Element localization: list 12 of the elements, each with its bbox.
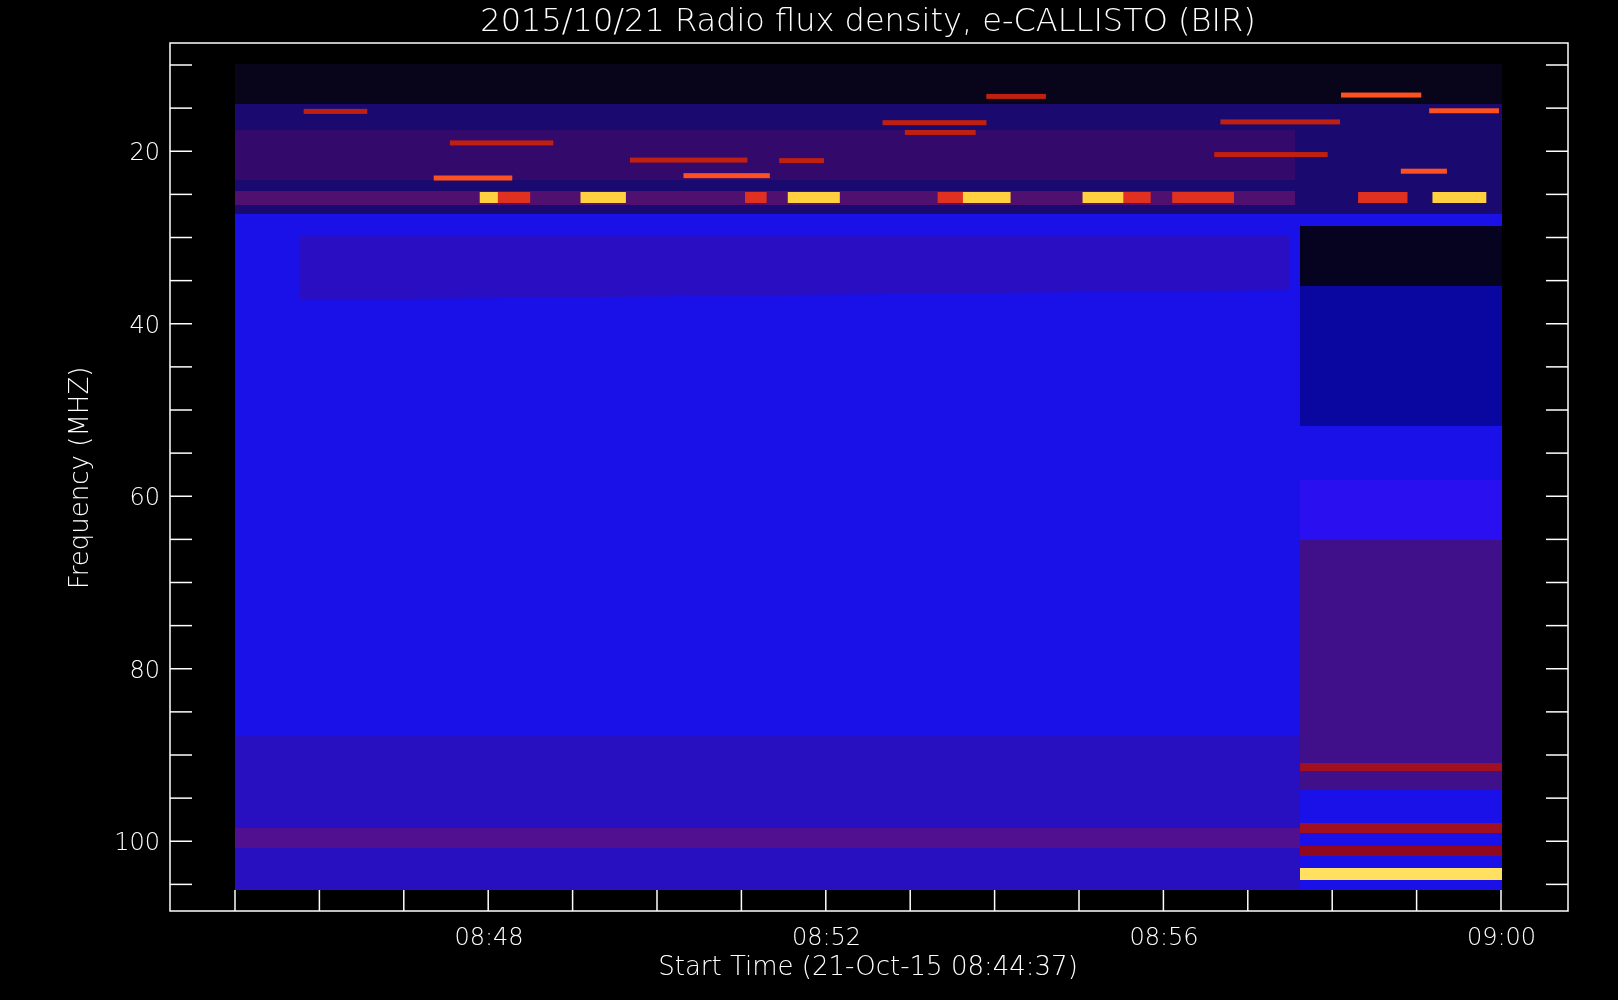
tick-label: 08:52 xyxy=(791,923,862,951)
tick-label: 08:48 xyxy=(454,923,524,951)
tick-label: 100 xyxy=(114,828,160,856)
chart-title: 2015/10/21 Radio flux density, e-CALLISTO (BIR) xyxy=(480,1,1256,39)
tick-label: 09:00 xyxy=(1466,923,1537,951)
tick-label: 40 xyxy=(129,310,160,339)
tick-label: 08:56 xyxy=(1129,923,1199,951)
axis-label: Start Time (21-Oct-15 08:44:37) xyxy=(658,951,1078,981)
tick-label: 80 xyxy=(129,655,160,684)
tick-label: 20 xyxy=(129,138,160,166)
tick-label: 60 xyxy=(129,483,160,511)
axis-label: Frequency (MHZ) xyxy=(64,366,94,590)
